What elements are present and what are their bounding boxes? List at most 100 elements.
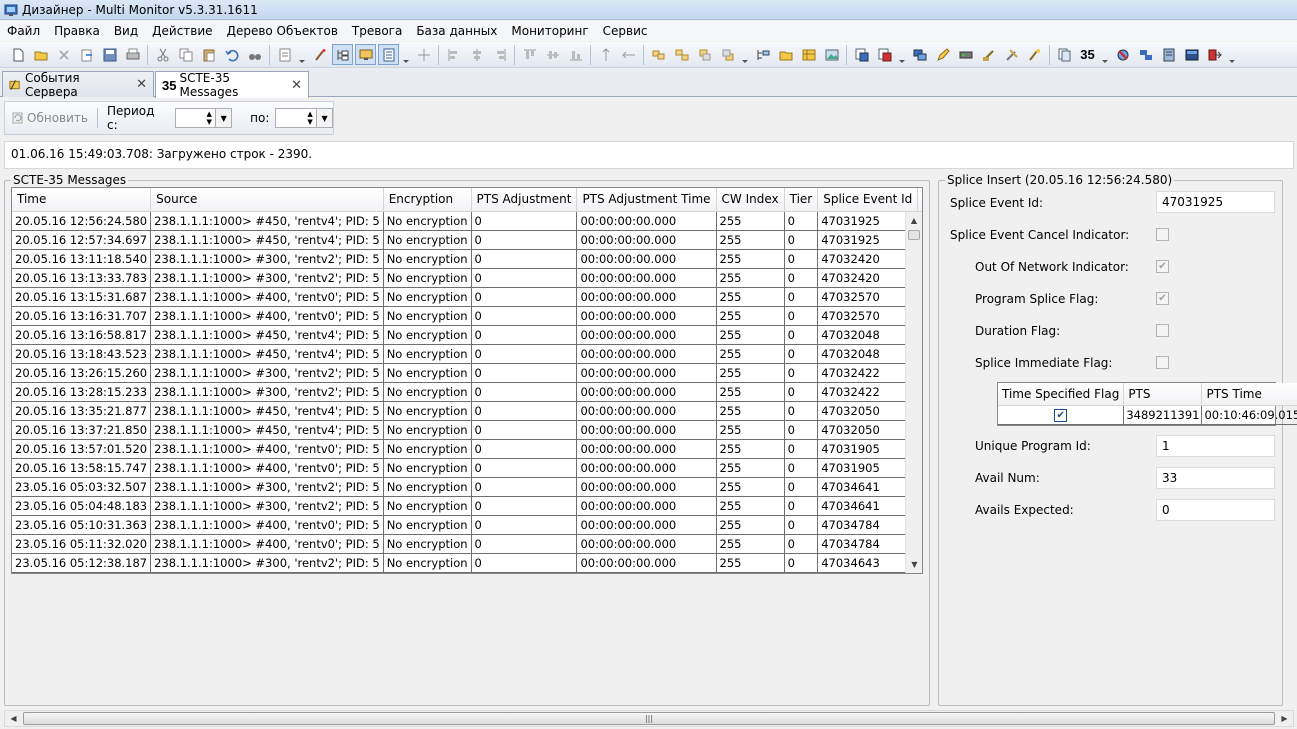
table-row[interactable]: 20.05.16 13:16:31.707 238.1.1.1:1000> #40… (12, 306, 922, 326)
align-bottom-icon[interactable] (565, 44, 586, 65)
column-header[interactable]: Source (150, 188, 384, 212)
chevron-down-icon[interactable]: ▼ (316, 109, 333, 127)
align-left-icon[interactable] (443, 44, 464, 65)
messages-grid[interactable]: Time Source Encryption PTS Adjustment PTS Ad… (11, 187, 923, 574)
toolbar-overflow-icon[interactable] (401, 45, 409, 65)
tab-server-events[interactable]: События Сервера ✕ (2, 71, 154, 99)
menu-item[interactable]: Вид (107, 24, 145, 38)
table-row[interactable]: 20.05.16 12:57:34.697 238.1.1.1:1000> #45… (12, 230, 922, 250)
column-header[interactable]: PTS (1123, 383, 1203, 406)
folder-tree-icon[interactable] (775, 44, 796, 65)
table-row[interactable]: 20.05.16 13:18:43.523 238.1.1.1:1000> #45… (12, 344, 922, 364)
network-error-icon[interactable] (1112, 44, 1133, 65)
distribute-horizontal-icon[interactable] (618, 44, 639, 65)
table-row[interactable]: 20.05.16 13:11:18.540 238.1.1.1:1000> #30… (12, 249, 922, 269)
table-row[interactable]: 20.05.16 13:26:15.260 238.1.1.1:1000> #30… (12, 363, 922, 383)
send-back-icon[interactable] (717, 44, 738, 65)
table-row[interactable]: 20.05.16 13:57:01.520 238.1.1.1:1000> #40… (12, 439, 922, 459)
monitor-view-icon[interactable] (355, 44, 376, 65)
spinner-icon[interactable]: ▲ ▼ (203, 109, 215, 127)
save-icon[interactable] (99, 44, 120, 65)
spinner-icon[interactable]: ▲ ▼ (304, 109, 316, 127)
table-row[interactable]: 23.05.16 05:04:48.183 238.1.1.1:1000> #30… (12, 496, 922, 516)
table-row[interactable]: 23.05.16 05:12:38.187 238.1.1.1:1000> #30… (12, 553, 922, 573)
column-header[interactable]: Command Type (917, 188, 922, 212)
network-icon[interactable] (1135, 44, 1156, 65)
column-header[interactable]: Encryption (383, 188, 472, 212)
table-row[interactable]: 20.05.16 13:58:15.747 238.1.1.1:1000> #40… (12, 458, 922, 478)
table-row[interactable]: 20.05.16 13:28:15.233 238.1.1.1:1000> #30… (12, 382, 922, 402)
device-icon[interactable] (955, 44, 976, 65)
toolbar-overflow-icon[interactable] (297, 45, 305, 65)
scroll-thumb[interactable] (908, 230, 920, 240)
menu-item[interactable]: Сервис (596, 24, 655, 38)
menu-item[interactable]: Мониторинг (504, 24, 595, 38)
column-header[interactable]: Tier (784, 188, 819, 212)
column-header[interactable]: Time (12, 188, 152, 212)
cancel-indicator-checkbox[interactable] (1156, 228, 1169, 241)
document-view-icon[interactable] (378, 44, 399, 65)
server-icon[interactable] (1158, 44, 1179, 65)
console-icon[interactable] (1181, 44, 1202, 65)
edit-pencil-icon[interactable] (932, 44, 953, 65)
properties-icon[interactable] (274, 44, 295, 65)
period-to-picker[interactable]: ▲ ▼ ▼ (275, 108, 334, 128)
unique-program-id-field[interactable]: 1 (1156, 435, 1275, 457)
group-icon[interactable] (648, 44, 669, 65)
column-header[interactable]: Time Specified Flag (998, 383, 1125, 406)
align-middle-icon[interactable] (542, 44, 563, 65)
scroll-down-icon[interactable]: ▼ (906, 556, 922, 573)
exit-icon[interactable] (1204, 44, 1225, 65)
time-specified-checkbox[interactable]: ✔ (1054, 409, 1068, 422)
avails-expected-field[interactable]: 0 (1156, 499, 1275, 521)
scroll-right-icon[interactable]: ▶ (1276, 711, 1293, 726)
signal-icon[interactable] (978, 44, 999, 65)
copy-pages-icon[interactable] (1054, 44, 1075, 65)
print-icon[interactable] (122, 44, 143, 65)
toolbar-overflow-icon[interactable] (1100, 45, 1108, 65)
column-header[interactable]: CW Index (716, 188, 785, 212)
duration-flag-checkbox[interactable] (1156, 324, 1169, 337)
bring-front-icon[interactable] (694, 44, 715, 65)
menu-item[interactable]: База данных (409, 24, 504, 38)
toolbar-overflow-icon[interactable] (897, 45, 905, 65)
column-header[interactable]: PTS Adjustment (471, 188, 578, 212)
align-right-icon[interactable] (489, 44, 510, 65)
menu-item[interactable]: Правка (47, 24, 107, 38)
menu-item[interactable]: Тревога (345, 24, 409, 38)
column-header[interactable]: PTS Adjustment Time (576, 188, 717, 212)
align-top-icon[interactable] (519, 44, 540, 65)
avail-num-field[interactable]: 33 (1156, 467, 1275, 489)
scroll-left-icon[interactable]: ◀ (5, 711, 22, 726)
close-icon[interactable]: ✕ (291, 78, 302, 93)
period-from-picker[interactable]: ▲ ▼ ▼ (174, 108, 233, 128)
immediate-flag-checkbox[interactable] (1156, 356, 1169, 369)
align-center-icon[interactable] (466, 44, 487, 65)
out-of-network-checkbox[interactable]: ✔ (1156, 260, 1169, 273)
magic-icon[interactable] (1024, 44, 1045, 65)
table-row[interactable]: ✔ 3489211391 00:10:46:09.015 (998, 405, 1297, 425)
table-row[interactable]: 23.05.16 05:11:32.020 238.1.1.1:1000> #40… (12, 534, 922, 554)
table-row[interactable]: 20.05.16 13:15:31.687 238.1.1.1:1000> #40… (12, 287, 922, 307)
table-row[interactable]: 20.05.16 13:35:21.877 238.1.1.1:1000> #45… (12, 401, 922, 421)
horizontal-scrollbar[interactable]: ◀ ||| ▶ (4, 710, 1294, 727)
tools-icon[interactable] (1001, 44, 1022, 65)
tab-scte35-messages[interactable]: 35 SCTE-35 Messages ✕ (155, 71, 309, 99)
splice-event-id-field[interactable]: 47031925 (1156, 191, 1275, 213)
table-row[interactable]: 20.05.16 12:56:24.580 238.1.1.1:1000> #45… (12, 211, 922, 231)
move-icon[interactable] (413, 44, 434, 65)
new-file-icon[interactable] (7, 44, 28, 65)
time-specified-cell[interactable]: ✔ (998, 405, 1125, 425)
chevron-down-icon[interactable]: ▼ (215, 109, 232, 127)
toolbar-overflow-icon[interactable] (740, 45, 748, 65)
tree-add-icon[interactable] (752, 44, 773, 65)
table-row[interactable]: 20.05.16 13:13:33.783 238.1.1.1:1000> #30… (12, 268, 922, 288)
find-icon[interactable] (244, 44, 265, 65)
table-row[interactable]: 23.05.16 05:10:31.363 238.1.1.1:1000> #40… (12, 515, 922, 535)
table-tree-icon[interactable] (798, 44, 819, 65)
paste-icon[interactable] (198, 44, 219, 65)
undo-icon[interactable] (221, 44, 242, 65)
scte35-icon[interactable]: 35 (1077, 44, 1098, 65)
report-list-icon[interactable] (874, 44, 895, 65)
report-icon[interactable] (851, 44, 872, 65)
